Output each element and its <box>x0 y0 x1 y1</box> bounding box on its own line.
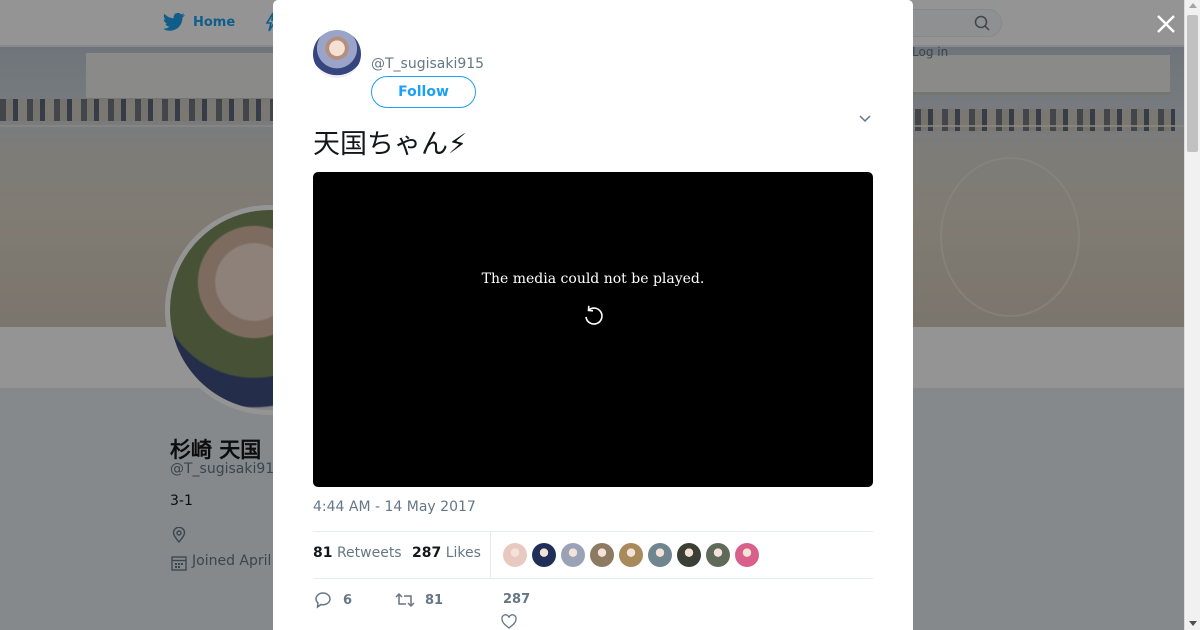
scroll-down-arrow-icon[interactable] <box>1189 621 1197 626</box>
stats-divider <box>490 532 491 579</box>
likes-label: Likes <box>445 545 481 561</box>
heart-icon[interactable] <box>501 614 517 630</box>
close-icon[interactable] <box>1152 10 1180 38</box>
tweet-author-avatar[interactable] <box>313 30 361 78</box>
tweet-author-handle[interactable]: @T_sugisaki915 <box>371 56 484 72</box>
liker-avatar-6[interactable] <box>648 543 672 567</box>
media-error-message: The media could not be played. <box>481 271 705 287</box>
page-scrollbar[interactable] <box>1184 0 1200 630</box>
tweet-text: 天国ちゃん⚡ <box>313 129 467 160</box>
scroll-up-arrow-icon[interactable] <box>1189 3 1197 8</box>
chevron-down-icon[interactable] <box>857 110 873 126</box>
reply-count: 6 <box>343 592 353 608</box>
reply-icon <box>315 592 331 609</box>
retweet-icon <box>395 592 415 608</box>
liker-avatar-1[interactable] <box>503 543 527 567</box>
like-count: 287 <box>503 592 531 607</box>
liker-avatar-5[interactable] <box>619 543 643 567</box>
tweet-modal: @T_sugisaki915 Follow 天国ちゃん⚡ The media c… <box>273 0 913 630</box>
tweet-timestamp[interactable]: 4:44 AM - 14 May 2017 <box>313 499 476 515</box>
likes-count: 287 <box>412 545 442 561</box>
tweet-stats-bar: 81 Retweets 287 Likes <box>313 531 873 579</box>
retweets-label: Retweets <box>336 545 402 561</box>
reply-button[interactable]: 6 <box>313 590 352 610</box>
liker-avatar-2[interactable] <box>532 543 556 567</box>
liker-avatar-8[interactable] <box>706 543 730 567</box>
reload-icon[interactable] <box>581 304 605 328</box>
liker-avatar-9[interactable] <box>735 543 759 567</box>
likes-stat[interactable]: 287 Likes <box>412 545 481 561</box>
video-player[interactable]: The media could not be played. <box>313 172 873 487</box>
liker-avatars <box>503 543 759 567</box>
liker-avatar-4[interactable] <box>590 543 614 567</box>
scrollbar-thumb[interactable] <box>1187 15 1198 152</box>
liker-avatar-7[interactable] <box>677 543 701 567</box>
retweets-count: 81 <box>313 545 333 561</box>
retweet-button[interactable]: 81 <box>395 590 443 610</box>
retweets-stat[interactable]: 81 Retweets <box>313 545 402 561</box>
retweet-count: 81 <box>425 592 444 608</box>
liker-avatar-3[interactable] <box>561 543 585 567</box>
follow-button[interactable]: Follow <box>371 76 476 108</box>
tweet-actions: 6 81 287 <box>313 590 873 630</box>
